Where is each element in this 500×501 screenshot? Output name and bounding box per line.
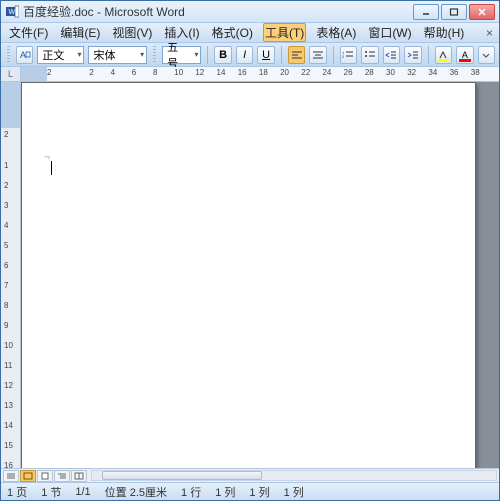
workarea: 212345678910111213141516 ¬ (1, 82, 499, 468)
align-center-button[interactable] (309, 46, 326, 64)
svg-text:2: 2 (342, 54, 345, 59)
font-select[interactable]: 宋体 (88, 46, 147, 64)
divider (281, 46, 282, 64)
font-color-button[interactable]: A (456, 46, 473, 64)
font-value: 宋体 (93, 47, 115, 63)
window-title: 百度经验.doc - Microsoft Word (23, 3, 413, 20)
menu-file[interactable]: 文件(F) (7, 23, 50, 42)
horizontal-ruler[interactable]: L 22468101214161820222426283032343638 (1, 67, 499, 82)
status-section: 1 节 (41, 484, 61, 500)
menu-format[interactable]: 格式(O) (210, 23, 255, 42)
window-controls (413, 4, 495, 20)
margin-mark-icon: ¬ (44, 152, 50, 163)
menu-table[interactable]: 表格(A) (314, 23, 358, 42)
web-layout-view-button[interactable] (20, 470, 36, 482)
toolbar-options-button[interactable] (478, 46, 495, 64)
ruler-corner: L (1, 67, 21, 81)
word-app-icon: W (5, 5, 19, 19)
divider (207, 46, 208, 64)
print-layout-view-button[interactable] (37, 470, 53, 482)
status-pages: 1/1 (75, 486, 90, 498)
menubar: 文件(F) 编辑(E) 视图(V) 插入(I) 格式(O) 工具(T) 表格(A… (1, 23, 499, 43)
svg-text:W: W (8, 9, 15, 16)
titlebar: W 百度经验.doc - Microsoft Word (1, 1, 499, 23)
highlight-color-button[interactable] (435, 46, 452, 64)
horizontal-scrollbar[interactable] (91, 470, 497, 481)
close-document-icon[interactable]: × (486, 26, 493, 40)
toolbar-handle[interactable] (7, 46, 10, 64)
style-select[interactable]: 正文 (37, 46, 84, 64)
style-value: 正文 (42, 47, 64, 63)
divider (428, 46, 429, 64)
document-page[interactable]: ¬ (21, 82, 476, 468)
document-viewport[interactable]: ¬ (21, 82, 499, 468)
increase-indent-button[interactable] (404, 46, 421, 64)
maximize-button[interactable] (441, 4, 467, 20)
bullet-list-button[interactable] (361, 46, 378, 64)
statusbar: 1 页 1 节 1/1 位置 2.5厘米 1 行 1 列 1 列 1 列 (1, 482, 499, 500)
status-col3: 1 列 (284, 484, 304, 500)
menu-window[interactable]: 窗口(W) (366, 23, 413, 42)
bold-button[interactable]: B (214, 46, 231, 64)
outline-view-button[interactable] (54, 470, 70, 482)
status-col2: 1 列 (249, 484, 269, 500)
reading-view-button[interactable] (71, 470, 87, 482)
menu-edit[interactable]: 编辑(E) (58, 23, 102, 42)
close-button[interactable] (469, 4, 495, 20)
decrease-indent-button[interactable] (383, 46, 400, 64)
vertical-ruler[interactable]: 212345678910111213141516 (1, 82, 21, 468)
menu-view[interactable]: 视图(V) (110, 23, 154, 42)
status-position: 位置 2.5厘米 (105, 484, 167, 500)
h-scroll-thumb[interactable] (102, 471, 262, 480)
fontsize-value: 五号 (167, 39, 186, 71)
view-buttons (1, 469, 89, 482)
underline-button[interactable]: U (257, 46, 274, 64)
menu-tools[interactable]: 工具(T) (263, 23, 306, 42)
styles-pane-button[interactable]: A (16, 46, 33, 64)
divider (333, 46, 334, 64)
numbered-list-button[interactable]: 12 (340, 46, 357, 64)
normal-view-button[interactable] (3, 470, 19, 482)
menu-help[interactable]: 帮助(H) (422, 23, 467, 42)
status-col1: 1 列 (215, 484, 235, 500)
align-left-button[interactable] (288, 46, 305, 64)
h-ruler-scale: 22468101214161820222426283032343638 (21, 67, 499, 81)
text-cursor (51, 161, 52, 175)
status-line: 1 行 (181, 484, 201, 500)
minimize-button[interactable] (413, 4, 439, 20)
svg-text:A: A (20, 50, 26, 60)
fontsize-select[interactable]: 五号 (162, 46, 201, 64)
app-window: W 百度经验.doc - Microsoft Word 文件(F) 编辑(E) … (0, 0, 500, 501)
status-page: 1 页 (7, 484, 27, 500)
formatting-toolbar: A 正文 宋体 五号 B I U 12 A (1, 43, 499, 67)
italic-button[interactable]: I (236, 46, 253, 64)
view-scroll-row (1, 468, 499, 482)
toolbar-handle-2[interactable] (153, 46, 156, 64)
